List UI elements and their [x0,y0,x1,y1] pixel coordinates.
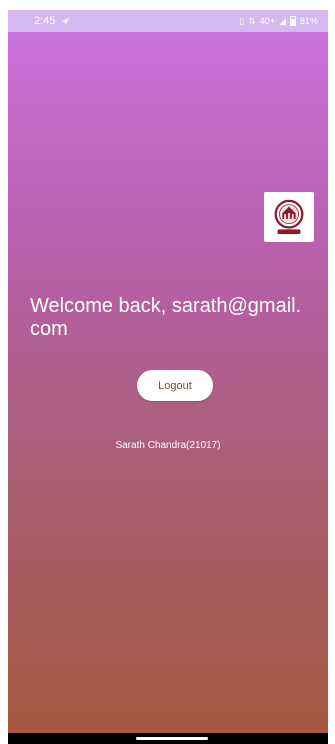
status-battery: 81% [299,16,318,26]
home-indicator[interactable] [136,737,208,740]
status-time: 2:45 [34,15,56,27]
navigation-bar [8,733,328,744]
welcome-message: Welcome back, sarath@gmail.com [30,295,302,340]
app-screen: 2:45 ▯ ⇅ 40+ ◢ 81% Welcome back, sarath@… [8,10,328,734]
navigation-arrow-icon [62,17,70,25]
status-right: ▯ ⇅ 40+ ◢ 81% [239,16,318,27]
university-logo [264,192,314,242]
data-icon: ⇅ [248,15,256,26]
signal-icon: ◢ [279,15,286,26]
university-emblem-icon [274,199,304,235]
status-left: 2:45 [34,15,70,27]
status-network: 40+ [259,16,276,26]
logout-button[interactable]: Logout [137,370,213,401]
user-name-label: Sarath Chandra(21017) [115,440,221,451]
vibrate-icon: ▯ [239,15,245,26]
battery-icon [289,16,296,26]
status-bar: 2:45 ▯ ⇅ 40+ ◢ 81% [8,10,328,32]
